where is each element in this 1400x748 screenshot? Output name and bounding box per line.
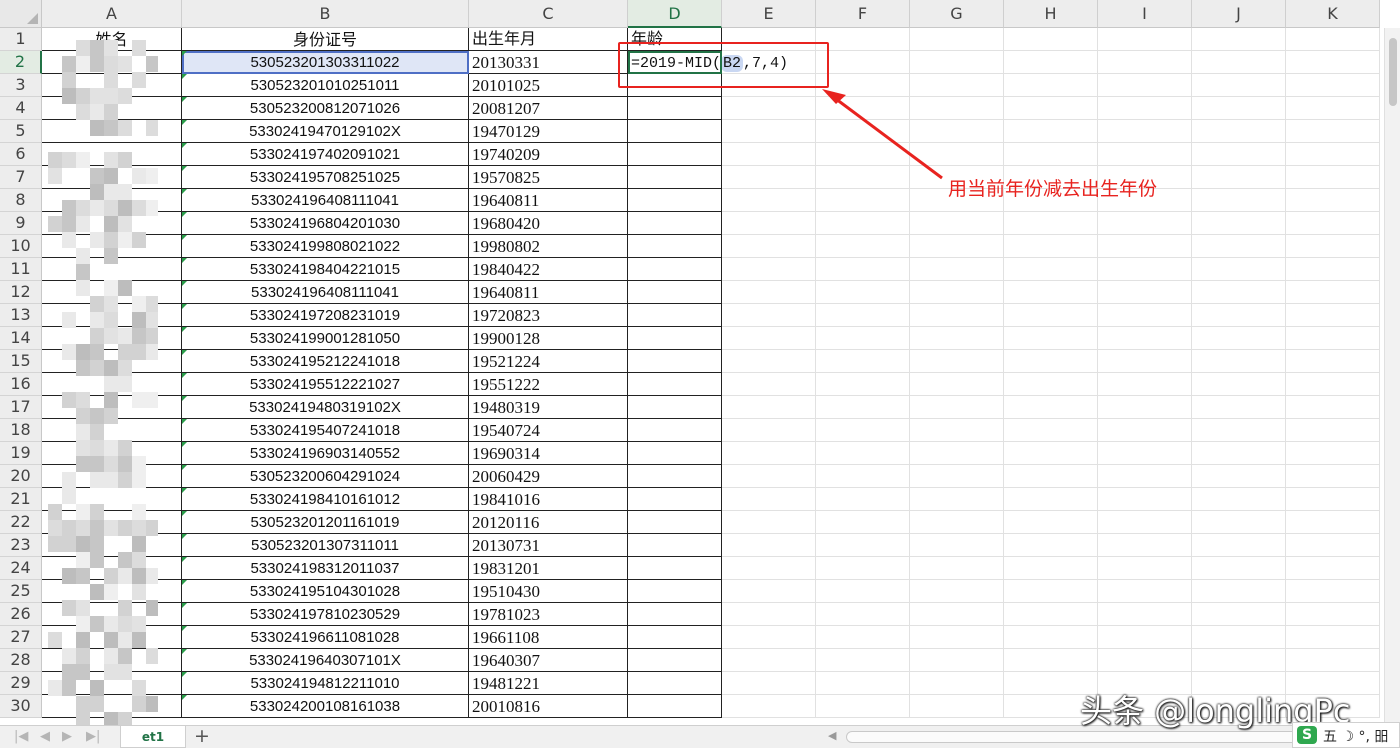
scroll-left-icon[interactable]: ◀ <box>828 729 836 742</box>
ime-status: 五 ☽ °, 昍 <box>1323 729 1389 745</box>
prev-sheet-icon[interactable]: ◀ <box>40 729 50 744</box>
first-sheet-icon[interactable]: |◀ <box>14 729 28 744</box>
vertical-scrollbar-thumb[interactable] <box>1389 38 1397 106</box>
sogou-logo-icon: S <box>1297 726 1317 744</box>
last-sheet-icon[interactable]: ▶| <box>86 729 100 744</box>
annotation-arrow-icon <box>822 89 943 180</box>
add-sheet-button[interactable]: + <box>194 725 210 747</box>
next-sheet-icon[interactable]: ▶ <box>62 729 72 744</box>
vertical-scrollbar[interactable] <box>1384 28 1400 725</box>
annotation-text: 用当前年份减去出生年份 <box>948 178 1158 200</box>
ime-toolbar[interactable]: S 五 ☽ °, 昍 <box>1292 722 1400 748</box>
sheet-tab[interactable]: et1 <box>120 726 186 748</box>
